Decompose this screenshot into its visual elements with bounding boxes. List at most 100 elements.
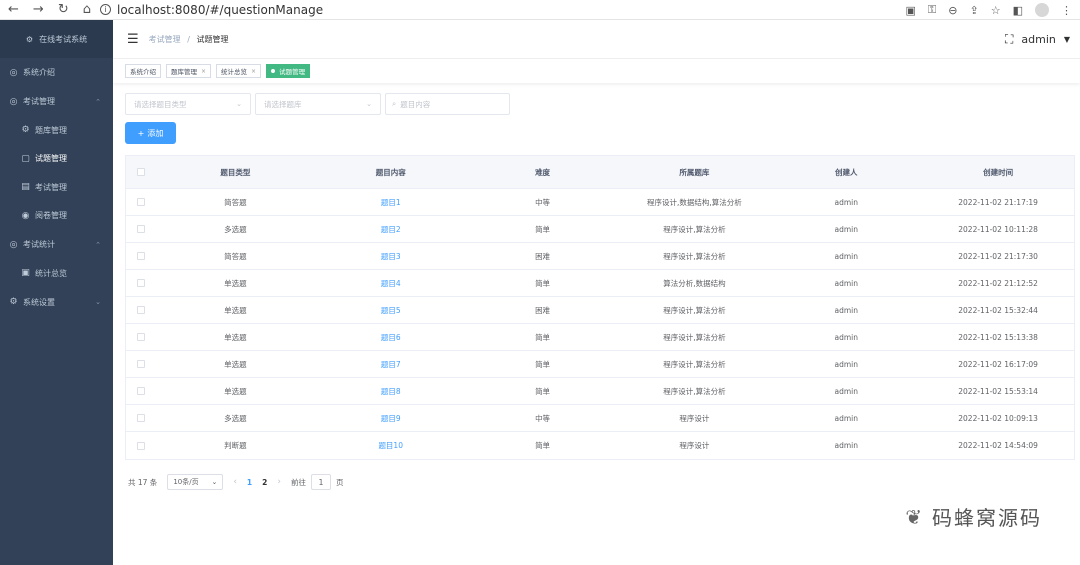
chevron-down-icon: ⌄ xyxy=(366,100,372,108)
next-page-icon[interactable]: › xyxy=(277,477,281,487)
table-cell: 2022-11-02 15:53:14 xyxy=(958,386,1038,396)
sidebar-item[interactable]: ⚙ 系统设置 ⌄ xyxy=(0,288,113,317)
watermark: ❦ 码蜂窝源码 xyxy=(905,502,1042,531)
table-cell: 多选题 xyxy=(224,224,247,234)
fullscreen-icon[interactable]: ⛶ xyxy=(1005,32,1013,47)
table-cell: admin xyxy=(834,251,859,261)
select-all-checkbox[interactable] xyxy=(136,168,145,176)
url-text[interactable]: localhost:8080/#/questionManage xyxy=(117,3,323,17)
hamburger-icon[interactable]: ☰ xyxy=(127,32,139,47)
row-checkbox[interactable] xyxy=(136,387,145,395)
table-row: 单选题 题目8 简单 程序设计,算法分析 admin 2022-11-02 15:53:1… xyxy=(126,378,1074,405)
row-checkbox[interactable] xyxy=(136,333,145,341)
tag-item[interactable]: 试题管理 xyxy=(266,64,311,78)
breadcrumb-item[interactable]: 考试管理 xyxy=(149,35,181,44)
tag-item[interactable]: 统计总览 × xyxy=(216,64,262,78)
forward-icon[interactable]: → xyxy=(33,0,44,20)
table-cell: 困难 xyxy=(535,251,551,261)
sidebar-item-icon: ◎ xyxy=(9,96,18,107)
question-link[interactable]: 题目6 xyxy=(315,324,467,350)
row-select-cell xyxy=(126,216,156,242)
sidebar-item[interactable]: ▣ 统计总览 xyxy=(0,259,113,288)
back-icon[interactable]: ← xyxy=(8,0,19,20)
bookmark-star-icon[interactable]: ☆ xyxy=(991,4,1001,17)
key-icon[interactable]: ⚿ xyxy=(928,3,936,17)
sidebar-item-label: 系统设置 xyxy=(23,297,55,307)
sidebar-item[interactable]: ◉ 阅卷管理 xyxy=(0,202,113,231)
row-checkbox[interactable] xyxy=(136,441,145,450)
chevron-down-icon: ⌄ xyxy=(236,100,242,108)
page-number[interactable]: 2 xyxy=(262,478,267,487)
pagination: 共 17 条 10条/页 ⌄ ‹ 1 2 › 前往 1 页 xyxy=(128,474,343,490)
sidebar-item-label: 试题管理 xyxy=(35,147,67,174)
search-input[interactable]: ⌕ 题目内容 xyxy=(385,93,510,115)
address-bar[interactable]: i localhost:8080/#/questionManage xyxy=(100,3,323,17)
tag-item[interactable]: 题库管理 × xyxy=(166,64,212,78)
brand-title: 在线考试系统 xyxy=(39,34,88,44)
row-checkbox[interactable] xyxy=(136,252,145,260)
table-cell: 算法分析,数据结构 xyxy=(663,278,726,288)
sidebar-item[interactable]: ⚙ 题库管理 xyxy=(0,116,113,145)
zoom-icon[interactable]: ⊖ xyxy=(948,4,957,17)
page-number[interactable]: 1 xyxy=(247,478,252,487)
question-type-select[interactable]: 请选择题目类型 ⌄ xyxy=(125,93,251,115)
table-cell: 程序设计 xyxy=(679,413,710,423)
sidebar-item-icon: ⚙ xyxy=(9,297,18,307)
menu-kebab-icon[interactable]: ⋮ xyxy=(1061,4,1072,17)
table-cell: 程序设计,数据结构,算法分析 xyxy=(647,197,742,207)
question-link[interactable]: 题目5 xyxy=(315,297,467,323)
gear-icon: ⚙ xyxy=(25,34,34,44)
sidebar-item[interactable]: ▢ 试题管理 xyxy=(0,145,113,174)
table-cell: admin xyxy=(834,359,859,369)
table-cell: 中等 xyxy=(535,197,551,207)
row-checkbox[interactable] xyxy=(136,360,145,368)
site-info-icon[interactable]: i xyxy=(100,4,111,15)
share-icon[interactable]: ⇪ xyxy=(970,4,979,17)
table-cell: 2022-11-02 16:17:09 xyxy=(958,359,1038,369)
table-cell: 程序设计,算法分析 xyxy=(663,332,726,342)
question-link[interactable]: 题目10 xyxy=(315,432,467,459)
breadcrumb-current: 试题管理 xyxy=(196,34,229,44)
goto-page: 前往 1 页 xyxy=(291,474,343,490)
question-link[interactable]: 题目1 xyxy=(315,189,467,215)
question-link[interactable]: 题目4 xyxy=(315,270,467,296)
profile-avatar[interactable] xyxy=(1035,3,1049,17)
question-link[interactable]: 题目8 xyxy=(315,378,467,404)
sidebar-item-icon: ⚙ xyxy=(21,125,30,136)
sidepanel-icon[interactable]: ◧ xyxy=(1013,4,1023,17)
question-link[interactable]: 题目7 xyxy=(315,351,467,377)
page-size-select[interactable]: 10条/页 ⌄ xyxy=(167,474,224,490)
add-button[interactable]: + 添加 xyxy=(125,122,176,144)
caret-down-icon[interactable]: ▼ xyxy=(1064,35,1070,44)
table-cell: 简答题 xyxy=(224,197,247,207)
browser-nav: ← → ↻ ⌂ xyxy=(0,0,100,20)
question-link[interactable]: 题目3 xyxy=(315,243,467,269)
row-checkbox[interactable] xyxy=(136,198,145,206)
table-row: 多选题 题目9 中等 程序设计 admin 2022-11-02 10:09:13 xyxy=(126,405,1074,432)
extension-icon[interactable]: ▣ xyxy=(906,4,916,17)
sidebar-item-icon: ◎ xyxy=(9,67,18,78)
row-checkbox[interactable] xyxy=(136,225,145,233)
row-checkbox[interactable] xyxy=(136,414,145,422)
close-icon[interactable]: × xyxy=(251,68,256,75)
question-link[interactable]: 题目9 xyxy=(315,405,467,431)
user-name[interactable]: admin xyxy=(1021,33,1055,46)
sidebar-item-label: 考试统计 xyxy=(23,240,55,249)
question-bank-select[interactable]: 请选择题库 ⌄ xyxy=(255,93,381,115)
sidebar-item[interactable]: ◎ 系统介绍 xyxy=(0,58,113,87)
tag-item[interactable]: 系统介绍 xyxy=(125,64,161,78)
sidebar-item[interactable]: ▤ 考试管理 xyxy=(0,173,113,202)
reload-icon[interactable]: ↻ xyxy=(58,0,69,20)
home-icon[interactable]: ⌂ xyxy=(83,0,91,20)
column-header: 所属题库 xyxy=(679,167,710,177)
goto-page-input[interactable]: 1 xyxy=(310,474,331,490)
prev-page-icon[interactable]: ‹ xyxy=(233,477,237,487)
sidebar-item[interactable]: ◎ 考试统计 ⌃ xyxy=(0,230,113,259)
sidebar-item[interactable]: ◎ 考试管理 ⌃ xyxy=(0,87,113,116)
sidebar-item-label: 阅卷管理 xyxy=(35,211,67,221)
question-link[interactable]: 题目2 xyxy=(315,216,467,242)
row-checkbox[interactable] xyxy=(136,279,145,287)
column-header: 题目类型 xyxy=(220,167,251,177)
close-icon[interactable]: × xyxy=(201,68,206,75)
row-checkbox[interactable] xyxy=(136,306,145,314)
